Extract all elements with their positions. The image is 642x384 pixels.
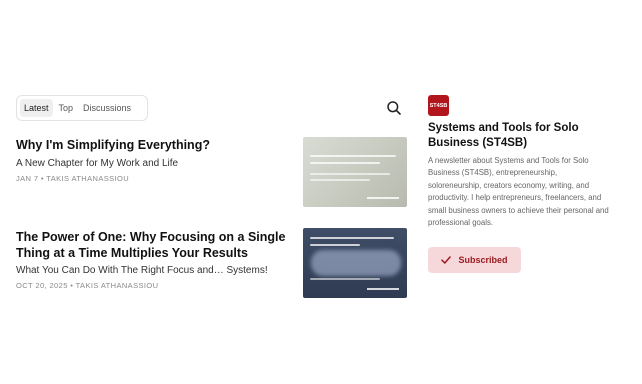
check-icon [441,256,452,264]
subscribed-button[interactable]: Subscribed [428,247,521,273]
subscribed-label: Subscribed [458,255,508,265]
tab-latest[interactable]: Latest [20,99,53,117]
post-title[interactable]: Why I'm Simplifying Everything? [16,138,296,154]
post-thumbnail[interactable] [303,228,407,298]
publication-logo[interactable]: ST4SB [428,95,449,116]
post-title[interactable]: The Power of One: Why Focusing on a Sing… [16,230,296,261]
publication-description: A newsletter about Systems and Tools for… [428,156,609,228]
post-filter-tabs: Latest Top Discussions [16,95,148,121]
search-icon[interactable] [386,100,402,116]
tab-discussions[interactable]: Discussions [79,99,135,117]
tab-top[interactable]: Top [55,99,78,117]
publication-title[interactable]: Systems and Tools for Solo Business (ST4… [428,121,608,151]
post-thumbnail[interactable] [303,137,407,207]
